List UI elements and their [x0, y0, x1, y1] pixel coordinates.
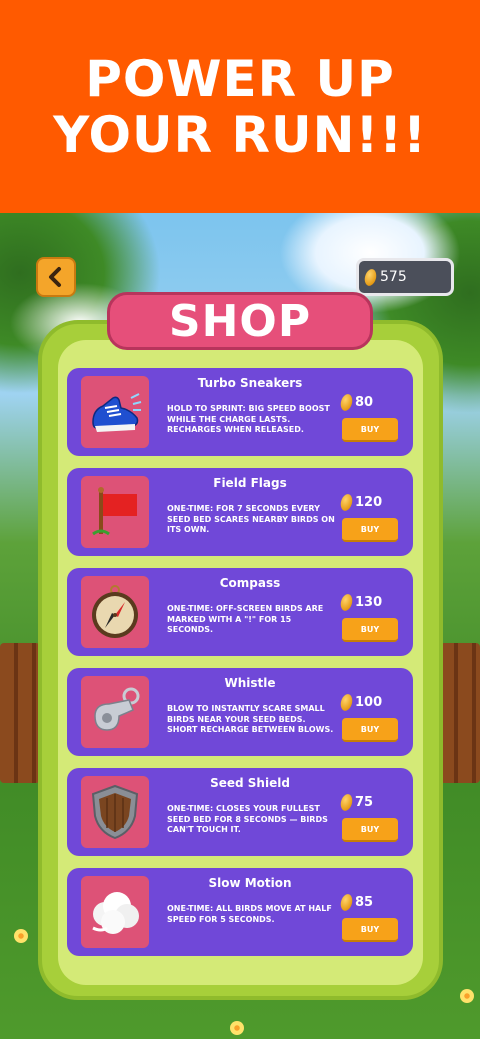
shop-item-compass: Compass ONE-TIME: OFF-SCREEN BIRDS ARE M… [67, 568, 413, 656]
price-value: 80 [355, 395, 374, 410]
item-name: Field Flags [213, 476, 287, 490]
shop-item-slow-motion: Slow Motion ONE-TIME: ALL BIRDS MOVE AT … [67, 868, 413, 956]
shop-item-turbo-sneakers: Turbo Sneakers HOLD TO SPRINT: BIG SPEED… [67, 368, 413, 456]
seed-coin-icon [338, 692, 355, 713]
seed-coin-icon [362, 267, 379, 287]
flower-icon [230, 1021, 244, 1035]
item-description: BLOW TO INSTANTLY SCARE SMALL BIRDS NEAR… [167, 704, 334, 734]
coin-balance: 575 [356, 258, 454, 296]
item-name: Compass [219, 576, 281, 590]
item-price: 85 [338, 892, 374, 913]
shop-item-whistle: Whistle BLOW TO INSTANTLY SCARE SMALL BI… [67, 668, 413, 756]
buy-button[interactable]: BUY [342, 918, 398, 942]
shop-item-field-flags: Field Flags ONE-TIME: FOR 7 SECONDS EVER… [67, 468, 413, 556]
item-name: Turbo Sneakers [197, 376, 303, 390]
back-button[interactable] [36, 257, 76, 297]
sneaker-icon [92, 393, 142, 432]
banner-title: POWER UP YOUR RUN!!! [53, 49, 427, 164]
item-description: ONE-TIME: FOR 7 SECONDS EVERY SEED BED S… [167, 504, 335, 534]
item-description: HOLD TO SPRINT: BIG SPEED BOOST WHILE TH… [167, 404, 330, 434]
fence-right [440, 643, 480, 783]
coin-count: 575 [380, 269, 407, 285]
whistle-icon [94, 687, 140, 731]
seed-coin-icon [338, 892, 355, 913]
item-image [81, 576, 149, 648]
item-price: 120 [338, 492, 383, 513]
price-value: 75 [355, 795, 374, 810]
item-price: 75 [338, 792, 374, 813]
item-image [81, 876, 149, 948]
item-image [81, 376, 149, 448]
fence-left [0, 643, 40, 783]
seed-coin-icon [338, 792, 355, 813]
item-price: 80 [338, 392, 374, 413]
buy-button[interactable]: BUY [342, 618, 398, 642]
buy-button[interactable]: BUY [342, 818, 398, 842]
item-description: ONE-TIME: CLOSES YOUR FULLEST SEED BED F… [167, 804, 328, 834]
seed-coin-icon [338, 492, 355, 513]
item-name: Slow Motion [208, 876, 292, 890]
shop-title-plate: SHOP [107, 292, 373, 350]
buy-button[interactable]: BUY [342, 518, 398, 542]
item-name: Seed Shield [210, 776, 290, 790]
chevron-left-icon [49, 267, 61, 287]
seed-coin-icon [338, 592, 355, 613]
item-price: 100 [338, 692, 383, 713]
item-image [81, 476, 149, 548]
compass-icon [92, 585, 138, 638]
shield-icon [91, 784, 139, 840]
item-description: ONE-TIME: ALL BIRDS MOVE AT HALF SPEED F… [167, 904, 332, 924]
item-description: ONE-TIME: OFF-SCREEN BIRDS ARE MARKED WI… [167, 604, 324, 634]
item-name: Whistle [224, 676, 276, 690]
item-image [81, 776, 149, 848]
item-image [81, 676, 149, 748]
shop-item-seed-shield: Seed Shield ONE-TIME: CLOSES YOUR FULLES… [67, 768, 413, 856]
price-value: 130 [355, 595, 383, 610]
seed-coin-icon [338, 392, 355, 413]
shop-title: SHOP [168, 295, 312, 347]
buy-button[interactable]: BUY [342, 718, 398, 742]
flag-icon [92, 487, 137, 536]
buy-button[interactable]: BUY [342, 418, 398, 442]
item-price: 130 [338, 592, 383, 613]
cloud-icon [92, 892, 139, 934]
promo-banner: POWER UP YOUR RUN!!! [0, 0, 480, 213]
flower-icon [460, 989, 474, 1003]
price-value: 100 [355, 695, 383, 710]
price-value: 120 [355, 495, 383, 510]
price-value: 85 [355, 895, 374, 910]
flower-icon [14, 929, 28, 943]
